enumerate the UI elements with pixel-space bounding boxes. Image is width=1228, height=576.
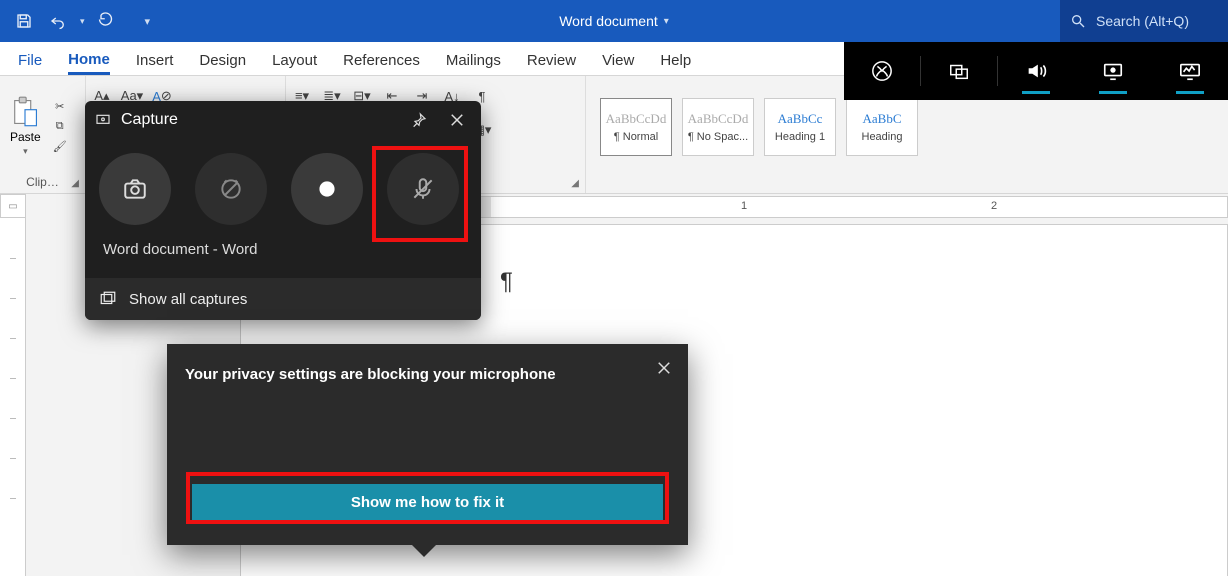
tab-mailings[interactable]: Mailings [446,52,501,75]
dialog-launcher-icon[interactable]: ◢ [571,178,579,189]
start-recording-button[interactable] [291,153,363,225]
undo-button[interactable] [46,9,70,33]
ruler-number: 1 [741,200,747,212]
capture-icon [95,112,111,128]
gamebar-capture-button[interactable] [1074,42,1151,100]
chevron-down-icon: ▾ [664,16,669,27]
group-clipboard: Paste ▾ ✂ ⧉ 🖌 Clip…◢ [0,76,86,193]
style-preview: AaBbCcDd [688,111,749,127]
redo-button[interactable] [95,9,119,33]
style-preview: AaBbCcDd [606,111,667,127]
capture-header[interactable]: Capture [85,101,481,139]
style-name: ¶ No Spac... [688,131,748,143]
tab-insert[interactable]: Insert [136,52,174,75]
capture-app-name: Word document - Word [99,235,467,264]
capture-title: Capture [121,111,395,129]
popup-message: Your privacy settings are blocking your … [167,344,688,383]
style-name: ¶ Normal [614,131,658,143]
style-name: Heading [862,131,903,143]
gamebar-performance-button[interactable] [1151,42,1228,100]
style-name: Heading 1 [775,131,825,143]
document-title-text: Word document [559,13,658,29]
show-all-captures-button[interactable]: Show all captures [85,278,481,320]
paste-button[interactable]: Paste ▾ [6,96,45,157]
style-heading2[interactable]: AaBbC Heading [846,98,918,156]
ruler-number: 2 [991,200,997,212]
fix-it-button[interactable]: Show me how to fix it [192,484,663,520]
gallery-icon [99,290,117,308]
style-preview: AaBbCc [778,111,823,127]
quick-access-toolbar: ▾ ▾ [0,0,150,42]
gamebar-xbox-button[interactable] [844,42,921,100]
close-button[interactable] [443,106,471,134]
qat-customize-caret[interactable]: ▾ [145,15,151,28]
style-heading1[interactable]: AaBbCc Heading 1 [764,98,836,156]
tab-layout[interactable]: Layout [272,52,317,75]
tab-review[interactable]: Review [527,52,576,75]
search-icon [1070,13,1086,29]
record-last-button[interactable] [195,153,267,225]
tab-home[interactable]: Home [68,51,110,75]
undo-dropdown-caret[interactable]: ▾ [80,16,85,27]
style-preview: AaBbC [863,111,902,127]
search-placeholder: Search (Alt+Q) [1096,13,1189,29]
microphone-button[interactable] [387,153,459,225]
save-icon[interactable] [12,9,36,33]
search-box[interactable]: Search (Alt+Q) [1060,0,1228,42]
style-nospacing[interactable]: AaBbCcDd ¶ No Spac... [682,98,754,156]
pin-button[interactable] [405,106,433,134]
popup-close-button[interactable] [650,354,678,382]
tab-references[interactable]: References [343,52,420,75]
cut-button[interactable]: ✂ [51,100,69,114]
privacy-popup: Your privacy settings are blocking your … [167,344,688,545]
tab-file[interactable]: File [18,52,42,75]
tab-help[interactable]: Help [660,52,691,75]
paste-label: Paste [10,130,41,144]
group-label: Clip…◢ [6,173,79,191]
vertical-ruler[interactable] [0,218,26,576]
gamebar-toolbar [844,42,1228,100]
capture-widget: Capture Word document - Word Show all c [85,101,481,320]
title-bar: ▾ ▾ Word document ▾ Search (Alt+Q) [0,0,1228,42]
popup-tail [412,545,436,557]
tab-design[interactable]: Design [199,52,246,75]
show-all-captures-label: Show all captures [129,291,247,308]
dialog-launcher-icon[interactable]: ◢ [71,178,79,189]
copy-button[interactable]: ⧉ [51,120,69,134]
document-title[interactable]: Word document ▾ [559,13,669,29]
paragraph-mark: ¶ [500,268,513,296]
tab-view[interactable]: View [602,52,634,75]
format-painter-button[interactable]: 🖌 [51,140,69,154]
gamebar-audio-button[interactable] [998,42,1075,100]
gamebar-widgets-button[interactable] [921,42,998,100]
ruler-corner[interactable]: ▭ [0,194,26,218]
screenshot-button[interactable] [99,153,171,225]
style-normal[interactable]: AaBbCcDd ¶ Normal [600,98,672,156]
